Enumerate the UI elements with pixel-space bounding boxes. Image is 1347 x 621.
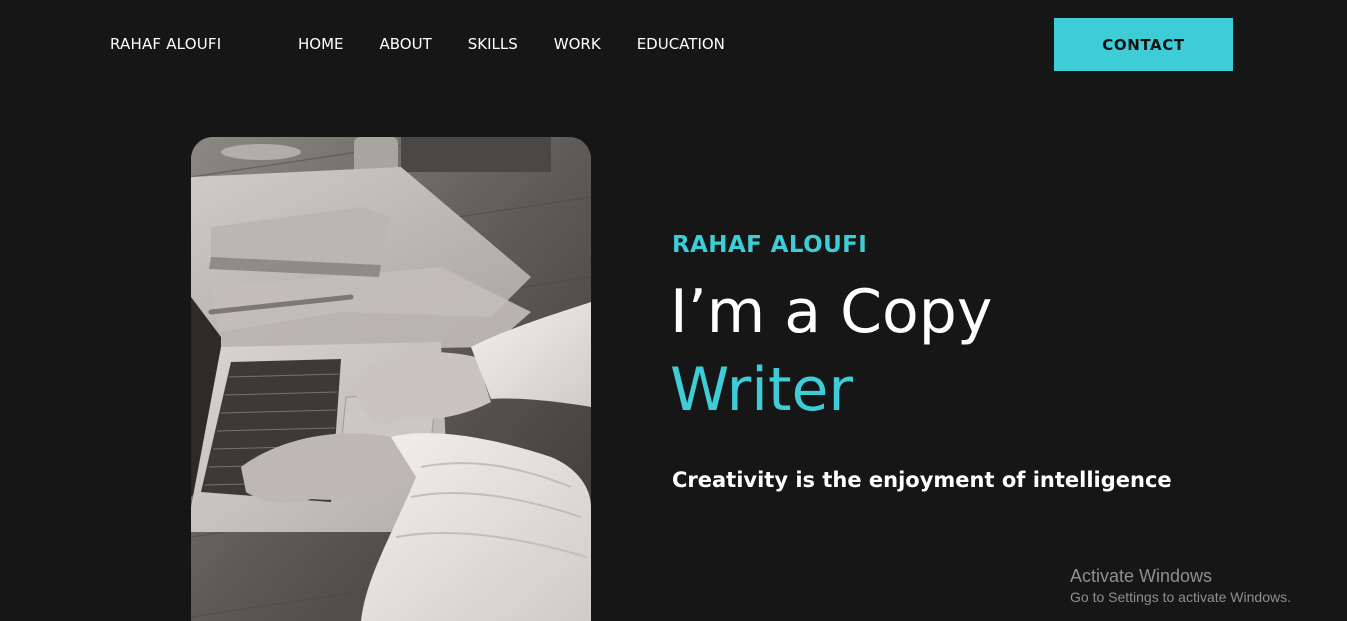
windows-activation-watermark: Activate Windows Go to Settings to activ… <box>1070 565 1291 607</box>
nav-item-education[interactable]: EDUCATION <box>637 35 725 53</box>
nav-item-skills[interactable]: SKILLS <box>468 35 518 53</box>
nav-item-home[interactable]: HOME <box>298 35 344 53</box>
contact-button[interactable]: CONTACT <box>1054 18 1233 71</box>
hero-photo <box>191 137 591 621</box>
watermark-title: Activate Windows <box>1070 566 1213 586</box>
main-nav: HOME ABOUT SKILLS WORK EDUCATION <box>298 35 761 53</box>
hero-title-line1: I’m a Copy <box>670 277 993 347</box>
hero-name: RAHAF ALOUFI <box>672 232 868 258</box>
hero-tagline: Creativity is the enjoyment of intellige… <box>672 468 1172 492</box>
laptop-typing-photo <box>191 137 591 621</box>
site-brand[interactable]: RAHAF ALOUFI <box>110 35 221 53</box>
nav-item-work[interactable]: WORK <box>554 35 601 53</box>
watermark-subtitle: Go to Settings to activate Windows. <box>1070 589 1291 605</box>
nav-item-about[interactable]: ABOUT <box>380 35 432 53</box>
hero-title-line2: Writer <box>670 355 854 425</box>
